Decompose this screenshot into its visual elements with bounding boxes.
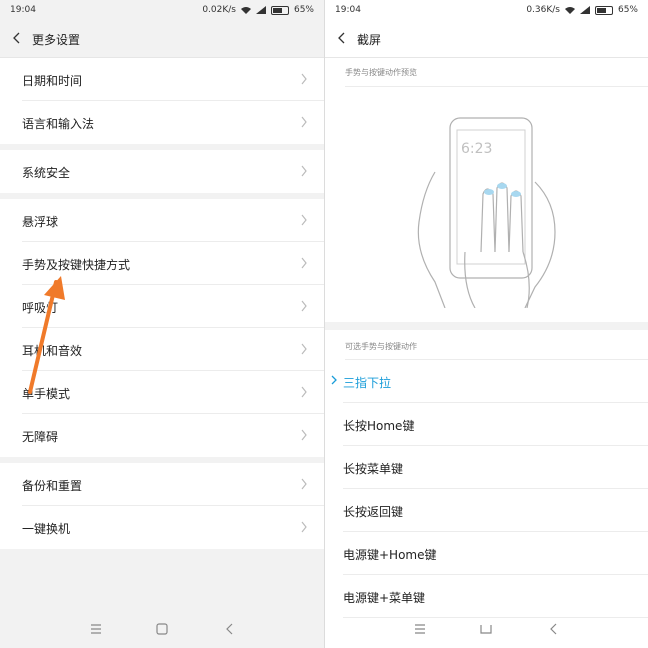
- gesture-option[interactable]: 电源键+Home键: [325, 532, 648, 575]
- wifi-icon: [564, 7, 575, 14]
- battery-level: 65%: [617, 5, 638, 15]
- screenshot-gesture-screen: 19:04 0.36K/s 65% 截屏 手势与按键动作预览 6:23 可选手势…: [325, 0, 648, 648]
- annotation-arrow: [28, 276, 65, 394]
- more-settings-screen: 19:04 0.02K/s 65% 更多设置 日期和时间 语言和输入法 系统安全 悬浮…: [0, 0, 324, 648]
- gesture-option-label: 长按菜单键: [343, 462, 404, 476]
- status-time: 19:04: [335, 5, 361, 15]
- gesture-option-label: 三指下拉: [343, 376, 392, 390]
- title-bar: 截屏: [325, 20, 648, 58]
- navigation-bar: [325, 610, 648, 648]
- preview-phone-time: 6:23: [461, 141, 492, 157]
- battery-icon: [594, 5, 613, 15]
- home-icon[interactable]: [479, 622, 493, 636]
- status-right: 0.36K/s 65%: [526, 5, 638, 15]
- section-divider: [345, 86, 648, 87]
- preview-section-label: 手势与按键动作预览: [345, 68, 417, 77]
- network-speed: 0.36K/s: [526, 5, 560, 15]
- back-icon[interactable]: [547, 622, 561, 636]
- gesture-option-label: 电源键+菜单键: [343, 591, 426, 605]
- gesture-option[interactable]: 三指下拉: [325, 360, 648, 403]
- signal-icon: [579, 6, 590, 14]
- gesture-preview-illustration: 6:23: [417, 117, 556, 308]
- menu-icon[interactable]: [413, 622, 427, 636]
- check-icon: [331, 375, 337, 385]
- chevron-left-icon[interactable]: [335, 31, 349, 45]
- gesture-option-label: 电源键+Home键: [343, 548, 437, 562]
- options-section-label: 可选手势与按键动作: [345, 342, 417, 351]
- section-gap: [325, 322, 648, 330]
- gesture-option[interactable]: 长按Home键: [325, 403, 648, 446]
- gesture-option-label: 长按返回键: [343, 505, 404, 519]
- page-title: 截屏: [357, 33, 382, 47]
- gesture-option[interactable]: 长按返回键: [325, 489, 648, 532]
- status-bar: 19:04 0.36K/s 65%: [325, 0, 648, 20]
- gesture-option[interactable]: 长按菜单键: [325, 446, 648, 489]
- gesture-option-label: 长按Home键: [343, 419, 415, 433]
